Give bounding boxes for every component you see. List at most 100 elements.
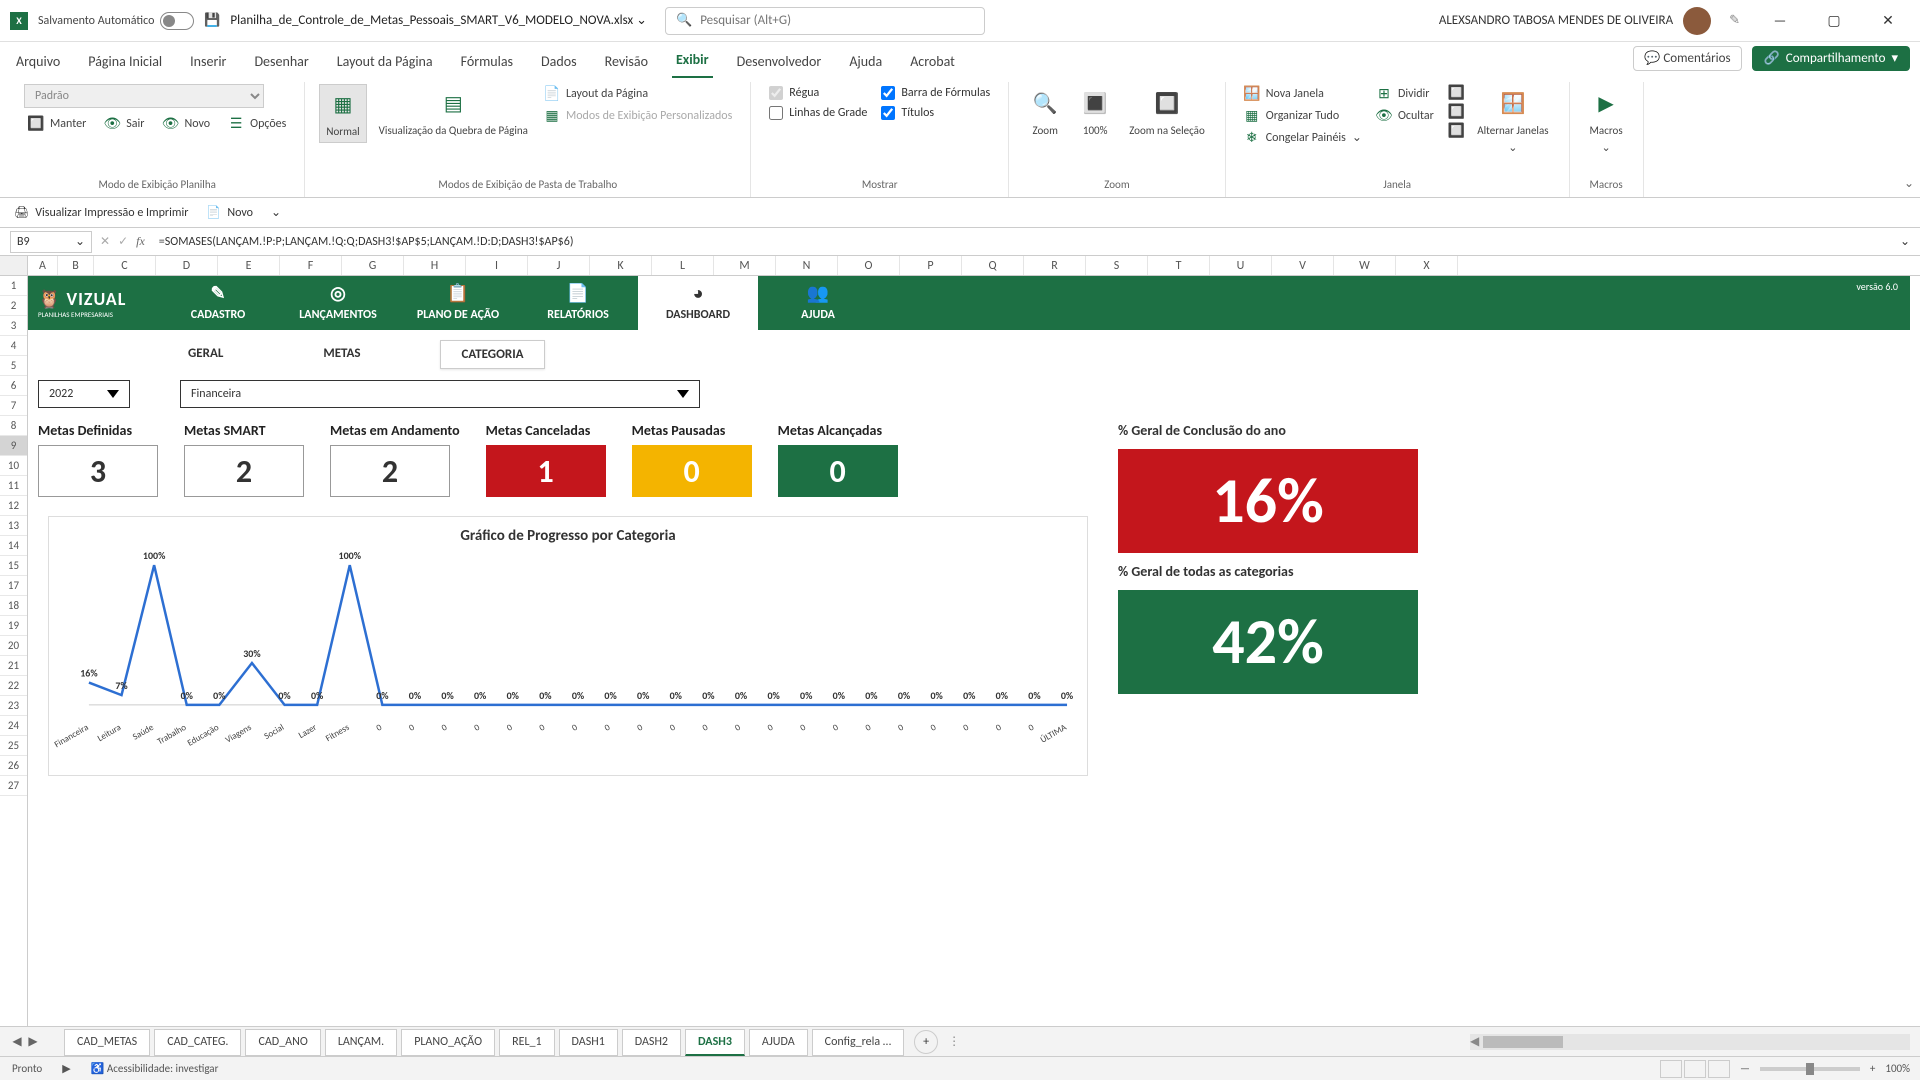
col-P[interactable]: P — [900, 256, 962, 275]
organizar[interactable]: ▦Organizar Tudo — [1240, 106, 1366, 126]
sheet-tab[interactable]: DASH2 — [622, 1029, 681, 1056]
col-K[interactable]: K — [590, 256, 652, 275]
sheet-content[interactable]: 🦉 VIZUALPLANILHAS EMPRESARIAIS ✎CADASTRO… — [28, 276, 1920, 1026]
row-17[interactable]: 17 — [0, 576, 27, 596]
row-19[interactable]: 19 — [0, 616, 27, 636]
col-L[interactable]: L — [652, 256, 714, 275]
zoom-out[interactable]: — — [1740, 1062, 1750, 1075]
col-W[interactable]: W — [1334, 256, 1396, 275]
win-icon[interactable]: 🔲 — [1448, 84, 1465, 101]
menu-arquivo[interactable]: Arquivo — [12, 47, 64, 78]
col-O[interactable]: O — [838, 256, 900, 275]
subtab-metas[interactable]: METAS — [303, 340, 380, 369]
col-R[interactable]: R — [1024, 256, 1086, 275]
row-26[interactable]: 26 — [0, 756, 27, 776]
row-4[interactable]: 4 — [0, 336, 27, 356]
menu-desenhar[interactable]: Desenhar — [250, 47, 312, 78]
row-10[interactable]: 10 — [0, 456, 27, 476]
col-I[interactable]: I — [466, 256, 528, 275]
col-T[interactable]: T — [1148, 256, 1210, 275]
manter-btn[interactable]: 🔲Manter — [24, 114, 90, 134]
pen-icon[interactable]: ✎ — [1729, 13, 1740, 28]
col-Q[interactable]: Q — [962, 256, 1024, 275]
row-15[interactable]: 15 — [0, 556, 27, 576]
win-icon[interactable]: 🔲 — [1448, 103, 1465, 120]
custom-view[interactable]: ▦Modos de Exibição Personalizados — [540, 106, 736, 126]
zoom-value[interactable]: 100% — [1885, 1062, 1910, 1075]
col-N[interactable]: N — [776, 256, 838, 275]
congelar[interactable]: ❄Congelar Painéis ⌄ — [1240, 128, 1366, 148]
col-X[interactable]: X — [1396, 256, 1458, 275]
dash-tab-relatórios[interactable]: 📄RELATÓRIOS — [518, 276, 638, 330]
more-tabs[interactable]: ⋮ — [948, 1034, 960, 1049]
sheet-tab[interactable]: CAD_METAS — [64, 1029, 150, 1056]
zoom-btn[interactable]: 🔍Zoom — [1023, 84, 1067, 141]
menu-ajuda[interactable]: Ajuda — [845, 47, 886, 78]
row-5[interactable]: 5 — [0, 356, 27, 376]
menu-acrobat[interactable]: Acrobat — [906, 47, 959, 78]
view-select[interactable]: Padrão — [24, 84, 264, 108]
dividir[interactable]: ⊞Dividir — [1372, 84, 1438, 104]
sheet-tab[interactable]: PLANO_AÇÃO — [401, 1029, 495, 1056]
subtab-geral[interactable]: GERAL — [168, 340, 243, 369]
opcoes-btn[interactable]: ☰Opções — [224, 114, 290, 134]
save-icon[interactable]: 💾 — [204, 13, 220, 29]
row-1[interactable]: 1 — [0, 276, 27, 296]
col-C[interactable]: C — [94, 256, 156, 275]
row-14[interactable]: 14 — [0, 536, 27, 556]
sheet-tab[interactable]: LANÇAM. — [325, 1029, 397, 1056]
autosave-toggle[interactable]: Salvamento Automático — [38, 12, 194, 30]
row-3[interactable]: 3 — [0, 316, 27, 336]
accessibility[interactable]: ♿ Acessibilidade: investigar — [91, 1062, 219, 1075]
col-H[interactable]: H — [404, 256, 466, 275]
subtab-categoria[interactable]: CATEGORIA — [440, 340, 544, 369]
col-B[interactable]: B — [58, 256, 94, 275]
maximize-button[interactable]: ▢ — [1812, 6, 1856, 36]
row-7[interactable]: 7 — [0, 396, 27, 416]
chk-regua[interactable]: Régua — [765, 84, 871, 102]
chk-titulos[interactable]: Títulos — [877, 104, 994, 122]
view-buttons[interactable] — [1660, 1060, 1730, 1078]
col-U[interactable]: U — [1210, 256, 1272, 275]
row-2[interactable]: 2 — [0, 296, 27, 316]
row-12[interactable]: 12 — [0, 496, 27, 516]
ocultar[interactable]: 👁Ocultar — [1372, 106, 1438, 126]
menu-inicio[interactable]: Página Inicial — [84, 47, 166, 78]
formula-input[interactable]: =SOMASES(LANÇAM.!P:P;LANÇAM.!Q:Q;DASH3!$… — [153, 233, 1892, 251]
zoomsel-btn[interactable]: 🔲Zoom na Seleção — [1123, 84, 1211, 141]
enter-icon[interactable]: ✓ — [118, 234, 128, 249]
sheet-tab[interactable]: AJUDA — [749, 1029, 808, 1056]
expand-formula[interactable]: ⌄ — [1900, 234, 1910, 249]
row-11[interactable]: 11 — [0, 476, 27, 496]
select-all[interactable] — [0, 256, 28, 275]
zoom100-btn[interactable]: 🔳100% — [1073, 84, 1117, 141]
col-E[interactable]: E — [218, 256, 280, 275]
menu-inserir[interactable]: Inserir — [186, 47, 230, 78]
share-button[interactable]: 🔗 Compartilhamento ▾ — [1752, 46, 1910, 71]
tab-nav[interactable]: ◀▶ — [10, 1034, 40, 1049]
horizontal-scrollbar[interactable]: ◀ — [1470, 1034, 1910, 1050]
macro-icon[interactable]: ▶ — [62, 1062, 70, 1075]
menu-revisao[interactable]: Revisão — [601, 47, 652, 78]
alternar[interactable]: 🪟Alternar Janelas ⌄ — [1471, 84, 1554, 158]
row-13[interactable]: 13 — [0, 516, 27, 536]
dash-tab-plano de ação[interactable]: 📋PLANO DE AÇÃO — [398, 276, 518, 330]
cancel-icon[interactable]: ✕ — [100, 234, 110, 249]
print-preview[interactable]: 🖨Visualizar Impressão e Imprimir — [14, 205, 188, 220]
pagebreak-view[interactable]: ▤Visualização da Quebra de Página — [373, 84, 534, 141]
row-25[interactable]: 25 — [0, 736, 27, 756]
menu-layout[interactable]: Layout da Página — [333, 47, 437, 78]
col-M[interactable]: M — [714, 256, 776, 275]
macros[interactable]: ▶Macros ⌄ — [1584, 84, 1629, 158]
menu-exibir[interactable]: Exibir — [672, 45, 713, 78]
zoom-slider[interactable] — [1760, 1067, 1860, 1071]
sheet-tab[interactable]: CAD_ANO — [245, 1029, 320, 1056]
novo-btn[interactable]: 📄Novo — [206, 205, 253, 220]
sheet-tab[interactable]: DASH1 — [559, 1029, 618, 1056]
row-24[interactable]: 24 — [0, 716, 27, 736]
row-21[interactable]: 21 — [0, 656, 27, 676]
zoom-in[interactable]: + — [1870, 1062, 1875, 1075]
dash-tab-ajuda[interactable]: 👥AJUDA — [758, 276, 878, 330]
chk-barra[interactable]: Barra de Fórmulas — [877, 84, 994, 102]
minimize-button[interactable]: — — [1758, 6, 1802, 36]
